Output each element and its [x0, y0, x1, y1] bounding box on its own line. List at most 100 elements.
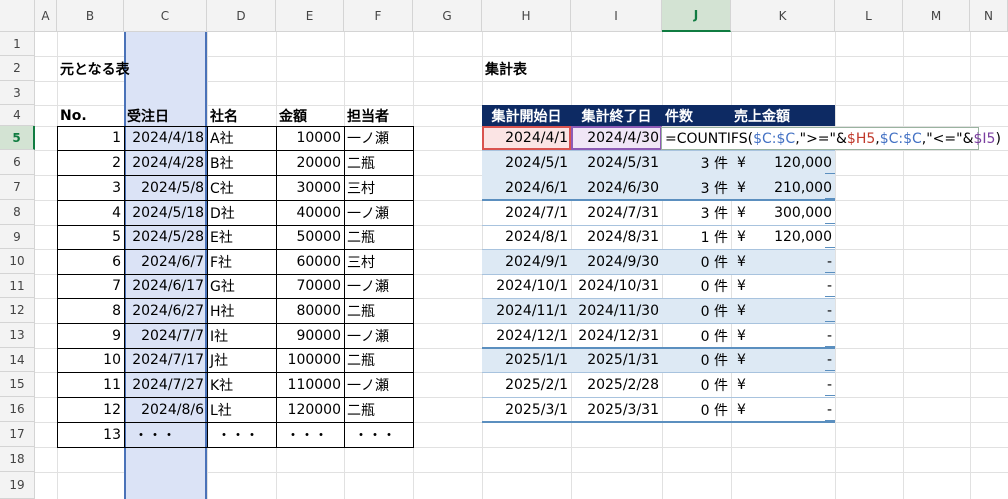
left-cell-r7-c1[interactable]: 7 — [57, 274, 124, 298]
right-end-date-r12[interactable]: 2025/3/31 — [571, 397, 662, 422]
right-header-1[interactable]: 集計終了日 — [571, 105, 662, 126]
right-amount-r12[interactable]: - — [731, 397, 835, 422]
left-cell-r13-c5[interactable]: ・・・ — [344, 422, 413, 447]
left-cell-r10-c4[interactable]: 100000 — [276, 348, 344, 372]
left-header-0[interactable]: No. — [57, 105, 124, 126]
right-end-date-r6[interactable]: 2024/9/30 — [571, 249, 662, 274]
left-cell-r2-c3[interactable]: B社 — [207, 150, 276, 175]
left-cell-r6-c4[interactable]: 60000 — [276, 249, 344, 274]
right-count-r6[interactable]: 0 件 — [662, 249, 731, 274]
row-header-1[interactable]: 1 — [0, 32, 35, 56]
right-start-date-r12[interactable]: 2025/3/1 — [482, 397, 571, 422]
column-header-h[interactable]: H — [482, 0, 571, 32]
right-header-3[interactable]: 売上金額 — [731, 105, 835, 126]
row-header-15[interactable]: 15 — [0, 372, 35, 397]
row-header-16[interactable]: 16 — [0, 397, 35, 422]
right-count-r4[interactable]: 3 件 — [662, 200, 731, 225]
left-cell-r5-c5[interactable]: 二瓶 — [344, 225, 413, 249]
right-amount-r7[interactable]: - — [731, 274, 835, 298]
row-header-19[interactable]: 19 — [0, 472, 35, 499]
left-cell-r9-c5[interactable]: 一ノ瀬 — [344, 323, 413, 348]
right-end-date-r7[interactable]: 2024/10/31 — [571, 274, 662, 298]
right-end-date-r11[interactable]: 2025/2/28 — [571, 372, 662, 397]
left-cell-r8-c5[interactable]: 二瓶 — [344, 298, 413, 323]
left-cell-r8-c2[interactable]: 2024/6/27 — [124, 298, 207, 323]
left-cell-r7-c2[interactable]: 2024/6/17 — [124, 274, 207, 298]
column-header-a[interactable]: A — [35, 0, 57, 32]
left-cell-r3-c2[interactable]: 2024/5/8 — [124, 175, 207, 200]
right-count-r5[interactable]: 1 件 — [662, 225, 731, 249]
select-all-corner[interactable] — [0, 0, 35, 32]
column-header-g[interactable]: G — [413, 0, 482, 32]
right-count-r3[interactable]: 3 件 — [662, 175, 731, 200]
left-cell-r9-c2[interactable]: 2024/7/7 — [124, 323, 207, 348]
column-header-n[interactable]: N — [970, 0, 1008, 32]
left-cell-r10-c5[interactable]: 二瓶 — [344, 348, 413, 372]
left-cell-r8-c3[interactable]: H社 — [207, 298, 276, 323]
left-cell-r5-c3[interactable]: E社 — [207, 225, 276, 249]
left-cell-r13-c3[interactable]: ・・・ — [207, 422, 276, 447]
row-header-8[interactable]: 8 — [0, 200, 35, 225]
left-cell-r12-c3[interactable]: L社 — [207, 397, 276, 422]
right-end-date-r3[interactable]: 2024/6/30 — [571, 175, 662, 200]
left-cell-r4-c3[interactable]: D社 — [207, 200, 276, 225]
right-start-date-r5[interactable]: 2024/8/1 — [482, 225, 571, 249]
right-amount-r3[interactable]: 210,000 — [731, 175, 835, 200]
right-start-date-r3[interactable]: 2024/6/1 — [482, 175, 571, 200]
left-cell-r1-c3[interactable]: A社 — [207, 126, 276, 150]
right-header-2[interactable]: 件数 — [662, 105, 731, 126]
left-cell-r9-c4[interactable]: 90000 — [276, 323, 344, 348]
right-start-date-r9[interactable]: 2024/12/1 — [482, 323, 571, 348]
column-header-c[interactable]: C — [124, 0, 207, 32]
row-header-12[interactable]: 12 — [0, 298, 35, 323]
right-amount-r10[interactable]: - — [731, 348, 835, 372]
left-cell-r9-c3[interactable]: I社 — [207, 323, 276, 348]
row-header-6[interactable]: 6 — [0, 150, 35, 175]
right-start-date-r10[interactable]: 2025/1/1 — [482, 348, 571, 372]
right-amount-r8[interactable]: - — [731, 298, 835, 323]
left-cell-r6-c1[interactable]: 6 — [57, 249, 124, 274]
left-cell-r13-c1[interactable]: 13 — [57, 422, 124, 447]
column-header-e[interactable]: E — [276, 0, 344, 32]
right-count-r10[interactable]: 0 件 — [662, 348, 731, 372]
column-header-b[interactable]: B — [57, 0, 124, 32]
left-cell-r3-c4[interactable]: 30000 — [276, 175, 344, 200]
column-header-m[interactable]: M — [903, 0, 970, 32]
right-amount-r9[interactable]: - — [731, 323, 835, 348]
left-header-4[interactable]: 担当者 — [344, 105, 413, 126]
left-cell-r9-c1[interactable]: 9 — [57, 323, 124, 348]
left-cell-r12-c1[interactable]: 12 — [57, 397, 124, 422]
right-start-date-r11[interactable]: 2025/2/1 — [482, 372, 571, 397]
right-end-date-r8[interactable]: 2024/11/30 — [571, 298, 662, 323]
left-cell-r3-c5[interactable]: 三村 — [344, 175, 413, 200]
left-cell-r10-c1[interactable]: 10 — [57, 348, 124, 372]
left-cell-r7-c3[interactable]: G社 — [207, 274, 276, 298]
left-table-title[interactable]: 元となる表 — [57, 56, 130, 81]
right-count-r7[interactable]: 0 件 — [662, 274, 731, 298]
right-amount-r6[interactable]: - — [731, 249, 835, 274]
left-cell-r5-c2[interactable]: 2024/5/28 — [124, 225, 207, 249]
left-cell-r5-c4[interactable]: 50000 — [276, 225, 344, 249]
left-header-1[interactable]: 受注日 — [124, 105, 207, 126]
left-cell-r6-c5[interactable]: 三村 — [344, 249, 413, 274]
left-cell-r2-c4[interactable]: 20000 — [276, 150, 344, 175]
left-header-3[interactable]: 金額 — [276, 105, 344, 126]
right-end-date-r10[interactable]: 2025/1/31 — [571, 348, 662, 372]
left-cell-r13-c2[interactable]: ・・・ — [124, 422, 207, 447]
right-amount-r4[interactable]: 300,000 — [731, 200, 835, 225]
right-count-r2[interactable]: 3 件 — [662, 150, 731, 175]
right-count-r12[interactable]: 0 件 — [662, 397, 731, 422]
row-header-3[interactable]: 3 — [0, 81, 35, 105]
row-header-18[interactable]: 18 — [0, 447, 35, 472]
left-cell-r8-c4[interactable]: 80000 — [276, 298, 344, 323]
right-start-date-r7[interactable]: 2024/10/1 — [482, 274, 571, 298]
right-amount-r2[interactable]: 120,000 — [731, 150, 835, 175]
left-cell-r2-c5[interactable]: 二瓶 — [344, 150, 413, 175]
column-header-f[interactable]: F — [344, 0, 413, 32]
row-header-9[interactable]: 9 — [0, 225, 35, 249]
row-header-5[interactable]: 5 — [0, 126, 35, 150]
left-cell-r1-c5[interactable]: 一ノ瀬 — [344, 126, 413, 150]
left-cell-r6-c2[interactable]: 2024/6/7 — [124, 249, 207, 274]
right-end-date-r9[interactable]: 2024/12/31 — [571, 323, 662, 348]
row-header-14[interactable]: 14 — [0, 348, 35, 372]
